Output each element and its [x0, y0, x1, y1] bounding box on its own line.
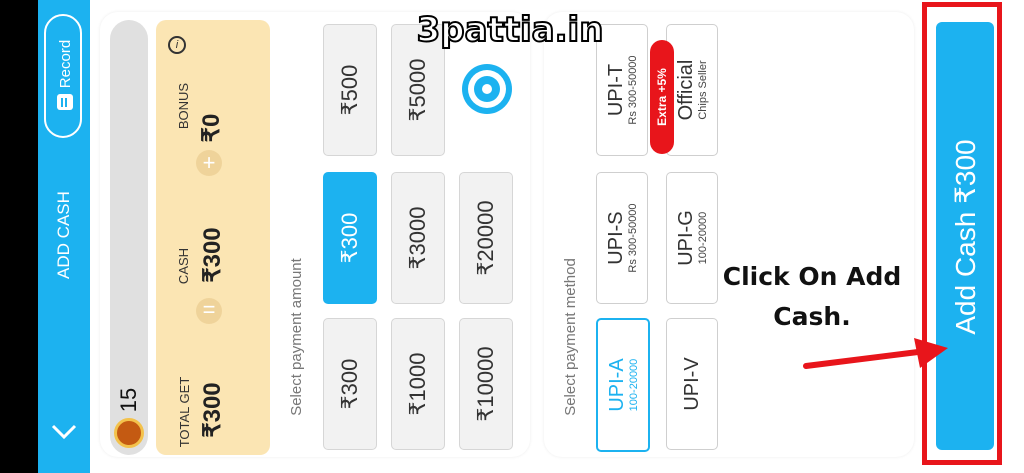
record-button[interactable]: Record	[44, 14, 82, 138]
total-value: ₹300	[198, 382, 226, 438]
record-icon	[57, 94, 73, 111]
cash-label: CASH	[175, 247, 191, 285]
method-upi-v[interactable]: UPI-V	[666, 318, 718, 450]
watermark-text: 3pattia.in	[416, 9, 605, 51]
amount-button[interactable]: ₹20000	[459, 172, 513, 304]
bonus-label: BONUS	[175, 82, 191, 130]
total-label: TOTAL GET	[176, 376, 192, 448]
coin-balance-strip: 15	[110, 20, 148, 455]
pointer-arrow-icon	[802, 336, 952, 376]
amount-button[interactable]: ₹300	[323, 318, 377, 450]
amount-button[interactable]: ₹10000	[459, 318, 513, 450]
payment-method-label: Select payment method	[561, 258, 579, 416]
back-chevron-icon[interactable]	[46, 414, 82, 450]
sidebar: Record ADD CASH	[38, 0, 90, 473]
cash-value: ₹300	[198, 227, 226, 283]
amount-button[interactable]: ₹1000	[391, 318, 445, 450]
amount-button-selected[interactable]: ₹300	[323, 172, 377, 304]
add-cash-button[interactable]: Add Cash ₹300	[936, 22, 994, 450]
amount-button[interactable]: ₹500	[323, 24, 377, 156]
page-content: 15 i BONUS ₹0 + CASH ₹300 = TOTAL GET ₹3…	[90, 0, 1024, 473]
payment-amount-label: Select payment amount	[287, 258, 305, 416]
bonus-summary-card: i BONUS ₹0 + CASH ₹300 = TOTAL GET ₹300	[156, 20, 270, 455]
bonus-value: ₹0	[197, 113, 225, 143]
record-label: Record	[56, 39, 74, 89]
method-upi-a[interactable]: UPI-A 100-20000	[596, 318, 650, 452]
sidebar-title: ADD CASH	[54, 191, 73, 279]
extra-bonus-badge: Extra +5%	[650, 40, 674, 154]
method-upi-s[interactable]: UPI-S Rs 300-50000	[596, 172, 648, 304]
info-icon[interactable]: i	[168, 36, 186, 54]
coin-count: 15	[116, 387, 141, 413]
instruction-text: Click On Add Cash.	[722, 262, 902, 331]
customer-support-icon[interactable]	[462, 64, 512, 114]
amount-button[interactable]: ₹3000	[391, 172, 445, 304]
plus-icon: +	[196, 150, 222, 176]
equals-icon: =	[196, 298, 222, 324]
